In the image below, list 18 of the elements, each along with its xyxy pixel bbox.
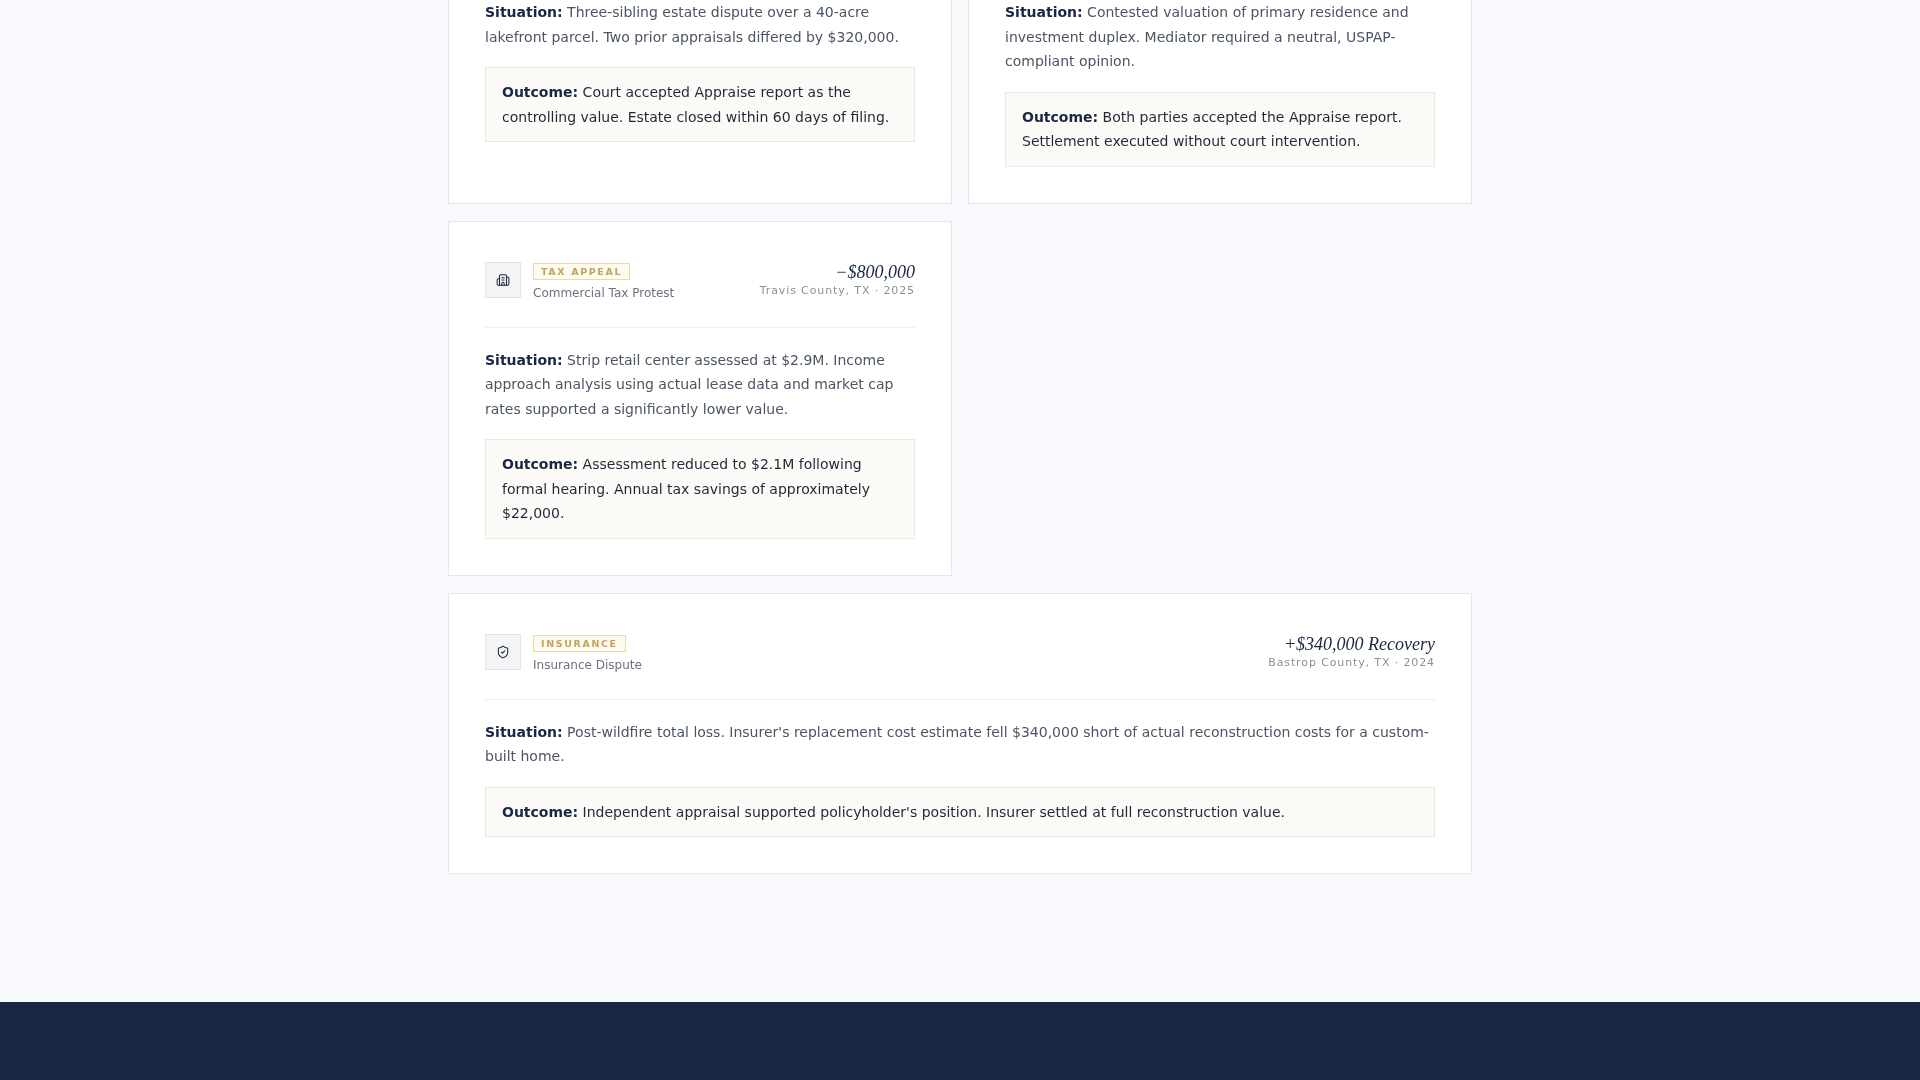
category-tag: TAX APPEAL [533,262,631,280]
situation-text: Situation: Strip retail center assessed at $2.9M. Income approach analysis using actual lease data and market cap rates supported a significantly lower value. [485,350,895,419]
situation-text: Situation: Three-sibling estate dispute over a 40-acre lakefront parcel. Two prior appraisals differed by $320,000. [485,3,900,47]
location-date-text: Bastrop County, TX · 2024 [1268,654,1435,670]
situation-text: Situation: Post-wildfire total loss. Insurer's replacement cost estimate fell $340,000 short of actual reconstruction costs for a custom-built home. [485,722,1430,766]
amount-text: −$800,000 [835,261,915,282]
outcome-box: Outcome: Court accepted Appraise report as the controlling value. Estate closed within 60 days of filing. [485,67,915,142]
building-icon [485,261,521,298]
case-title: Insurance Dispute [533,656,642,673]
case-title: Commercial Tax Protest [533,284,675,301]
outcome-box: Outcome: Both parties accepted the Appraise report. Settlement executed without court intervention. [1005,91,1435,167]
situation-text: Situation: Contested valuation of primary residence and investment duplex. Mediator required a neutral, USPAP-compliant opinion. [1005,3,1410,71]
outcome-box: Outcome: Assessment reduced to $2.1M following formal hearing. Annual tax savings of approximately $22,000. [485,439,915,539]
amount-text: +$340,000 Recovery [1283,633,1435,654]
category-tag: INSURANCE [533,634,626,652]
location-date-text: Travis County, TX · 2025 [759,282,915,298]
outcome-box: Outcome: Independent appraisal supported policyholder's position. Insurer settled at full reconstruction value. [485,786,1435,837]
shield-check-icon [485,633,521,670]
